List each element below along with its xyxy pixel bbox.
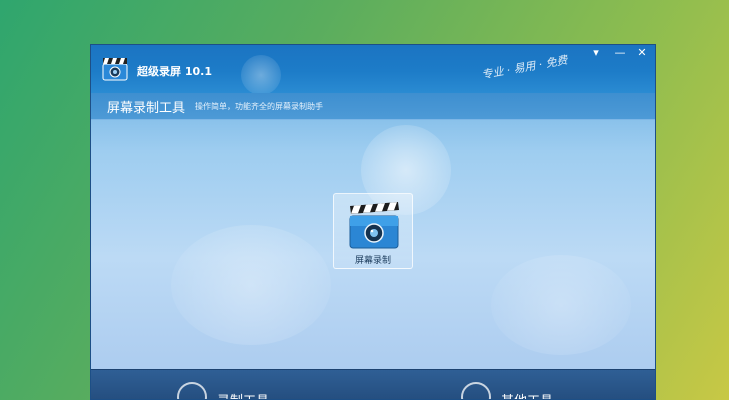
app-window: 超级录屏 10.1 专业 · 易用 · 免费 ▾ — ✕ 屏幕录制工具 操作简单… [90, 44, 656, 400]
menu-dropdown-button[interactable]: ▾ [587, 47, 605, 59]
clapperboard-icon [349, 202, 399, 249]
close-button[interactable]: ✕ [633, 47, 651, 59]
app-title: 超级录屏 10.1 [137, 65, 212, 78]
other-tools-tab[interactable]: 其他工具 [461, 382, 561, 399]
tool-label: 屏幕录制 [354, 256, 391, 266]
record-tools-label: 录制工具 [217, 390, 269, 399]
screen-record-tool[interactable]: 屏幕录制 [333, 193, 413, 269]
minimize-button[interactable]: — [611, 47, 629, 59]
title-bar: 超级录屏 10.1 专业 · 易用 · 免费 ▾ — ✕ [91, 45, 655, 95]
page-header: 屏幕录制工具 操作简单，功能齐全的屏幕录制助手 [91, 93, 655, 120]
page-description: 操作简单，功能齐全的屏幕录制助手 [195, 102, 323, 111]
page-title: 屏幕录制工具 [107, 101, 186, 116]
record-tools-icon [177, 382, 207, 399]
other-tools-icon [461, 382, 491, 399]
app-logo-icon [102, 58, 128, 81]
other-tools-label: 其他工具 [501, 390, 553, 399]
app-slogan: 专业 · 易用 · 免费 [480, 53, 569, 82]
footer-bar: 录制工具 其他工具 [91, 369, 655, 399]
record-tools-tab[interactable]: 录制工具 [177, 382, 277, 399]
